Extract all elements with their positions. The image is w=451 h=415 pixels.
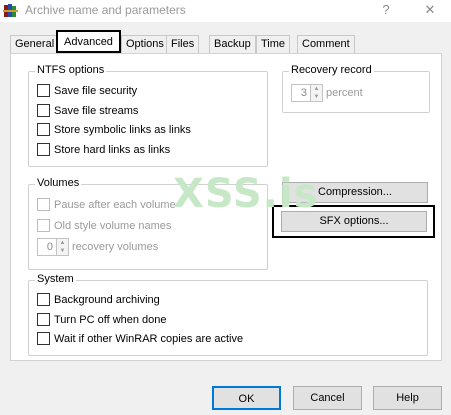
checkbox-label: Save file streams <box>54 104 139 117</box>
checkbox-box[interactable] <box>37 198 50 211</box>
chevron-up-icon[interactable]: ▲ <box>57 239 68 247</box>
tab-options[interactable]: Options <box>121 35 169 53</box>
tab-time[interactable]: Time <box>256 35 291 53</box>
checkbox-box[interactable] <box>37 332 50 345</box>
recovery-record-title: Recovery record <box>289 64 374 76</box>
ntfs-options-group: NTFS options Save file security Save fil… <box>28 64 268 167</box>
store-symbolic-links-checkbox[interactable]: Store symbolic links as links <box>37 123 191 136</box>
turn-pc-off-checkbox[interactable]: Turn PC off when done <box>37 313 167 326</box>
recovery-record-group: Recovery record 3 ▲ ▼ percent <box>282 64 430 113</box>
recovery-volumes-label: recovery volumes <box>72 241 159 253</box>
store-hard-links-checkbox[interactable]: Store hard links as links <box>37 143 170 156</box>
background-archiving-checkbox[interactable]: Background archiving <box>37 293 160 306</box>
spinner-arrows[interactable]: ▲ ▼ <box>57 238 69 256</box>
winrar-books-icon <box>3 2 19 18</box>
checkbox-label: Store hard links as links <box>54 143 171 156</box>
watermark-text: XSS.is <box>173 171 319 217</box>
tab-comment[interactable]: Comment <box>297 35 355 53</box>
old-style-volume-names-checkbox[interactable]: Old style volume names <box>37 219 171 232</box>
title-bar: Archive name and parameters ? ✕ <box>0 0 451 22</box>
recovery-volumes-spinner[interactable]: 0 ▲ ▼ recovery volumes <box>37 238 158 256</box>
checkbox-label: Old style volume names <box>54 219 172 232</box>
tab-backup[interactable]: Backup <box>209 35 256 53</box>
ok-button[interactable]: OK <box>212 386 281 410</box>
ntfs-options-title: NTFS options <box>35 64 107 76</box>
tab-advanced[interactable]: Advanced <box>56 30 121 53</box>
recovery-percent-spinner[interactable]: 3 ▲ ▼ percent <box>291 84 363 102</box>
checkbox-box[interactable] <box>37 123 50 136</box>
system-title: System <box>35 273 76 285</box>
checkbox-box[interactable] <box>37 313 50 326</box>
cancel-button[interactable]: Cancel <box>293 386 362 410</box>
checkbox-box[interactable] <box>37 293 50 306</box>
recovery-unit-label: percent <box>326 87 363 99</box>
checkbox-label: Save file security <box>54 84 138 97</box>
checkbox-box[interactable] <box>37 143 50 156</box>
tab-files[interactable]: Files <box>166 35 200 53</box>
pause-after-each-volume-checkbox[interactable]: Pause after each volume <box>37 198 176 211</box>
help-titlebar-button[interactable]: ? <box>374 1 398 19</box>
checkbox-box[interactable] <box>37 104 50 117</box>
close-icon[interactable]: ✕ <box>418 1 442 19</box>
chevron-up-icon[interactable]: ▲ <box>311 85 322 93</box>
checkbox-label: Pause after each volume <box>54 198 176 211</box>
tab-general[interactable]: General <box>10 35 60 53</box>
checkbox-label: Turn PC off when done <box>54 313 167 326</box>
checkbox-label: Wait if other WinRAR copies are active <box>54 332 244 345</box>
volumes-title: Volumes <box>35 177 82 189</box>
save-file-security-checkbox[interactable]: Save file security <box>37 84 137 97</box>
help-button[interactable]: Help <box>373 386 442 410</box>
tab-panel-advanced: NTFS options Save file security Save fil… <box>10 53 442 361</box>
window-title: Archive name and parameters <box>25 3 186 17</box>
recovery-volumes-field[interactable]: 0 <box>37 238 57 256</box>
checkbox-label: Store symbolic links as links <box>54 123 191 136</box>
chevron-down-icon[interactable]: ▼ <box>57 247 68 255</box>
chevron-down-icon[interactable]: ▼ <box>311 93 322 101</box>
checkbox-box[interactable] <box>37 84 50 97</box>
checkbox-box[interactable] <box>37 219 50 232</box>
checkbox-label: Background archiving <box>54 293 160 306</box>
spinner-arrows[interactable]: ▲ ▼ <box>311 84 323 102</box>
wait-other-copies-checkbox[interactable]: Wait if other WinRAR copies are active <box>37 332 243 345</box>
system-group: System Background archiving Turn PC off … <box>28 273 428 356</box>
recovery-percent-field[interactable]: 3 <box>291 84 311 102</box>
dialog-body: General Advanced Options Files Backup Ti… <box>0 22 451 415</box>
save-file-streams-checkbox[interactable]: Save file streams <box>37 104 138 117</box>
